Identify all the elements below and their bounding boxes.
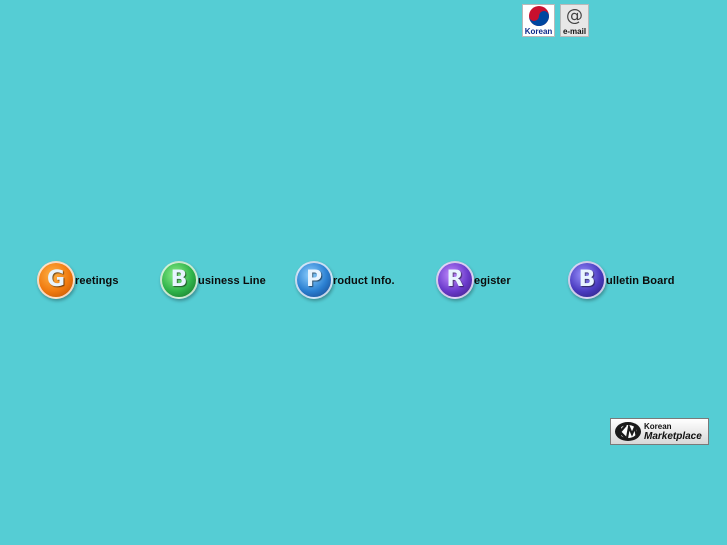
korean-label: Korean xyxy=(524,27,553,36)
email-button[interactable]: @ e-mail xyxy=(560,4,589,37)
register-orb-icon: R xyxy=(436,261,474,299)
korean-flag-icon xyxy=(528,6,549,26)
email-label: e-mail xyxy=(562,27,587,36)
nav-product-info-label: roduct Info. xyxy=(333,275,395,287)
nav-register-label: egister xyxy=(474,275,511,287)
bulletin-board-orb-icon: B xyxy=(568,261,606,299)
banner-line1: Korean xyxy=(644,422,672,431)
km-logo-icon xyxy=(615,422,641,441)
nav-business-line-label: usiness Line xyxy=(198,275,266,287)
korean-language-button[interactable]: Korean xyxy=(522,4,555,37)
greetings-orb-icon: G xyxy=(37,261,75,299)
product-info-orb-icon: P xyxy=(295,261,333,299)
nav-bulletin-board-label: ulletin Board xyxy=(606,275,675,287)
business-line-orb-icon: B xyxy=(160,261,198,299)
banner-line2: Marketplace xyxy=(644,431,702,442)
at-sign-icon: @ xyxy=(566,6,583,26)
nav-greetings-label: reetings xyxy=(75,275,119,287)
korean-marketplace-banner[interactable]: Korean Marketplace xyxy=(610,418,709,445)
